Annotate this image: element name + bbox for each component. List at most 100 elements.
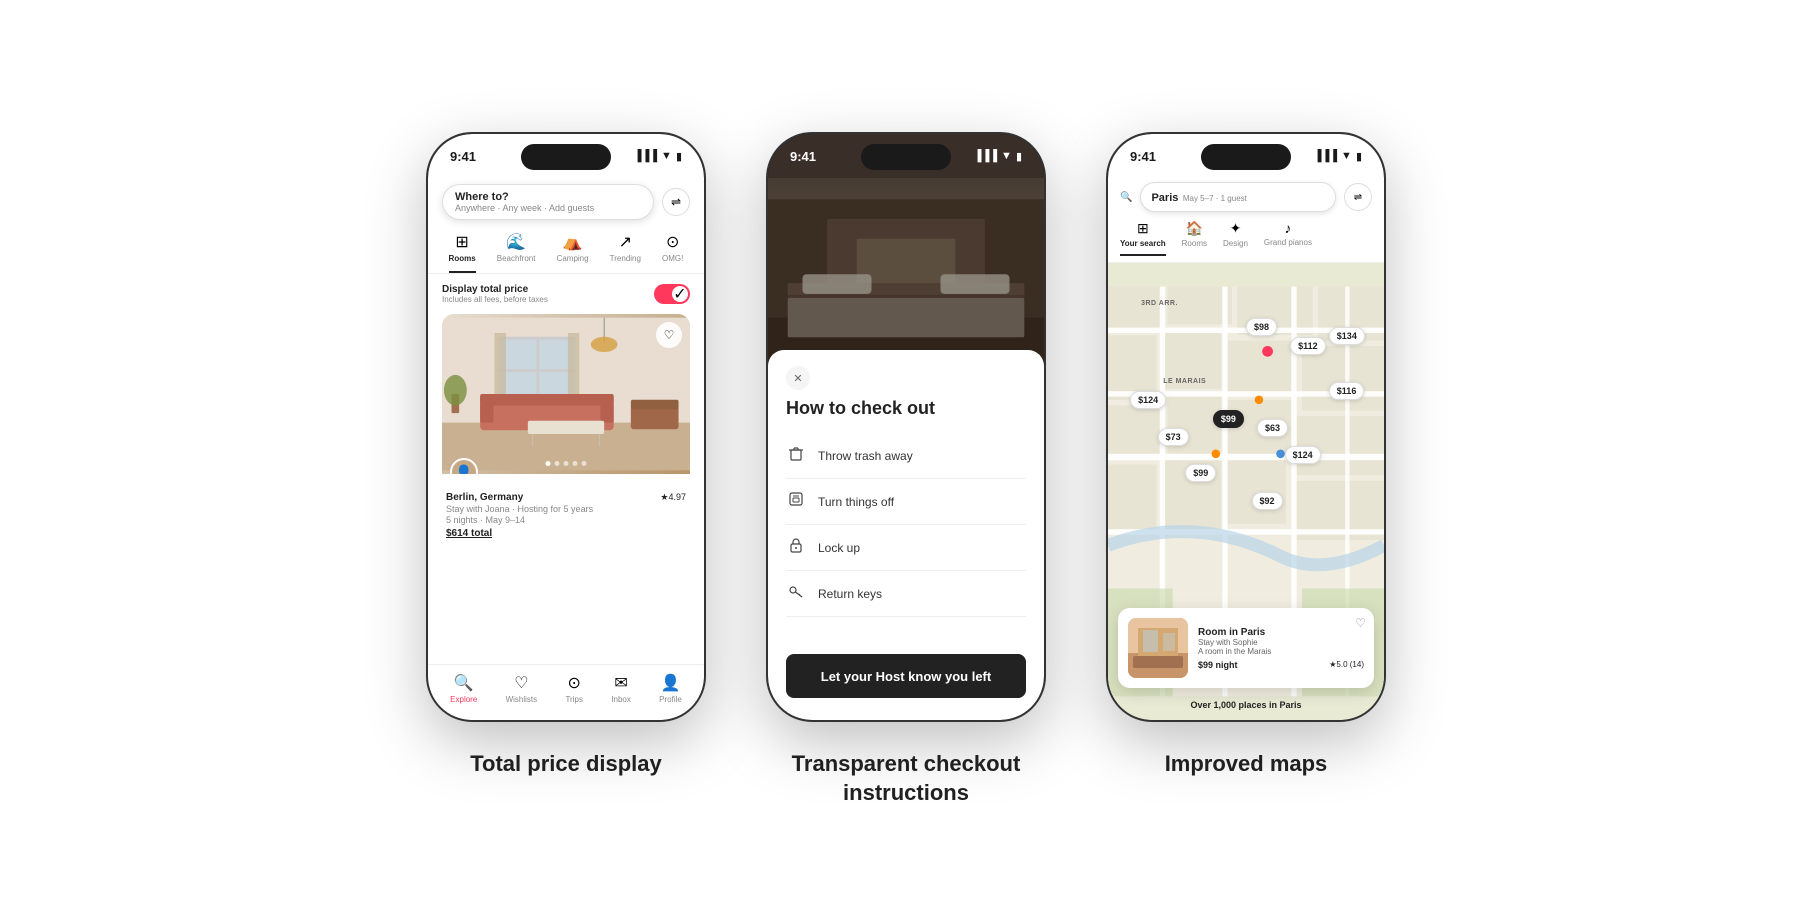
cat-beachfront-label: Beachfront bbox=[497, 254, 536, 263]
cat-rooms-label: Rooms bbox=[449, 254, 476, 263]
search-bar-1[interactable]: Where to? Anywhere · Any week · Add gues… bbox=[442, 184, 654, 220]
your-search-icon: ⊞ bbox=[1137, 220, 1149, 237]
checkout-item-lock-label: Lock up bbox=[818, 541, 860, 555]
map-card-image bbox=[1128, 618, 1188, 678]
cat-camping[interactable]: ⛺ Camping bbox=[557, 232, 589, 273]
cat-rooms[interactable]: ⊞ Rooms bbox=[449, 232, 476, 273]
cat-beachfront-icon: 🌊 bbox=[506, 232, 526, 252]
price-toggle-bar: Display total price Includes all fees, b… bbox=[428, 274, 704, 314]
listing-info-1: Berlin, Germany ★4.97 Stay with Joana · … bbox=[442, 474, 690, 543]
p3-cat-design[interactable]: ✦ Design bbox=[1223, 220, 1248, 256]
p3-cat-yoursearch[interactable]: ⊞ Your search bbox=[1120, 220, 1166, 256]
cat-trending[interactable]: ↗ Trending bbox=[610, 232, 641, 273]
host-notify-button[interactable]: Let your Host know you left bbox=[786, 654, 1026, 698]
map-area[interactable]: 3RD ARR. LE MARAIS $98 $112 $134 $124 $9… bbox=[1108, 263, 1384, 720]
map-listing-card[interactable]: Room in Paris Stay with Sophie A room in… bbox=[1118, 608, 1374, 688]
wishlists-icon: ♡ bbox=[514, 673, 528, 693]
checkout-item-trash: Throw trash away bbox=[786, 433, 1026, 479]
p3-pianos-icon: ♪ bbox=[1284, 220, 1291, 236]
signal-icon-3: ▐▐▐ bbox=[1314, 150, 1337, 162]
price-toggle-left: Display total price Includes all fees, b… bbox=[442, 284, 548, 304]
p3-design-icon: ✦ bbox=[1230, 220, 1242, 237]
profile-icon: 👤 bbox=[661, 673, 681, 693]
price-marker-99-selected[interactable]: $99 bbox=[1213, 410, 1244, 428]
dynamic-island-2 bbox=[861, 144, 951, 170]
nav-trips[interactable]: ⊙ Trips bbox=[565, 673, 582, 704]
sheet-title: How to check out bbox=[786, 398, 1026, 419]
price-marker-99b[interactable]: $99 bbox=[1185, 464, 1216, 482]
map-card-desc: A room in the Marais bbox=[1198, 647, 1364, 656]
price-marker-73[interactable]: $73 bbox=[1158, 428, 1189, 446]
price-toggle-switch[interactable]: ✓ bbox=[654, 284, 690, 304]
price-toggle-sub: Includes all fees, before taxes bbox=[442, 295, 548, 304]
status-icons-3: ▐▐▐ ▼ ▮ bbox=[1314, 150, 1362, 163]
listing-title-row: Berlin, Germany ★4.97 bbox=[446, 492, 686, 503]
trips-label: Trips bbox=[565, 695, 582, 704]
caption-1: Total price display bbox=[470, 750, 662, 779]
listing-dots-1 bbox=[546, 461, 587, 466]
price-marker-63[interactable]: $63 bbox=[1257, 419, 1288, 437]
map-card-title: Room in Paris bbox=[1198, 627, 1364, 638]
p3-search-row: 🔍 Paris May 5–7 · 1 guest ⇌ bbox=[1108, 178, 1384, 220]
cat-omg-label: OMG! bbox=[662, 254, 683, 263]
checkout-item-off: Turn things off bbox=[786, 479, 1026, 525]
sheet-close-button[interactable]: ✕ bbox=[786, 366, 810, 390]
nav-wishlists[interactable]: ♡ Wishlists bbox=[506, 673, 538, 704]
bottom-nav-1: 🔍 Explore ♡ Wishlists ⊙ Trips ✉ bbox=[428, 664, 704, 720]
lock-icon bbox=[786, 537, 806, 558]
price-toggle-title: Display total price bbox=[442, 284, 548, 295]
p3-cat-rooms[interactable]: 🏠 Rooms bbox=[1182, 220, 1207, 256]
checkout-sheet: ✕ How to check out bbox=[768, 350, 1044, 720]
p3-design-label: Design bbox=[1223, 239, 1248, 248]
dynamic-island-3 bbox=[1201, 144, 1291, 170]
price-marker-98[interactable]: $98 bbox=[1246, 318, 1277, 336]
cat-beachfront[interactable]: 🌊 Beachfront bbox=[497, 232, 536, 273]
listing-rating: ★4.97 bbox=[660, 492, 686, 503]
battery-icon-2: ▮ bbox=[1016, 150, 1022, 163]
your-search-label: Your search bbox=[1120, 239, 1166, 248]
trash-icon bbox=[786, 445, 806, 466]
price-marker-116[interactable]: $116 bbox=[1329, 382, 1365, 400]
dynamic-island-1 bbox=[521, 144, 611, 170]
price-marker-112[interactable]: $112 bbox=[1290, 337, 1326, 355]
p3-search-sub: May 5–7 · 1 guest bbox=[1183, 194, 1247, 203]
nav-inbox[interactable]: ✉ Inbox bbox=[611, 673, 631, 704]
time-2: 9:41 bbox=[790, 149, 816, 164]
explore-icon: 🔍 bbox=[454, 673, 474, 693]
price-marker-124b[interactable]: $124 bbox=[1285, 446, 1321, 464]
wishlists-label: Wishlists bbox=[506, 695, 538, 704]
map-card-heart[interactable]: ♡ bbox=[1355, 616, 1366, 630]
nav-explore[interactable]: 🔍 Explore bbox=[450, 673, 477, 704]
checkout-item-keys-label: Return keys bbox=[818, 587, 882, 601]
keys-icon bbox=[786, 583, 806, 604]
signal-icon-2: ▐▐▐ bbox=[974, 150, 997, 162]
p3-cat-pianos[interactable]: ♪ Grand pianos bbox=[1264, 220, 1312, 256]
time-1: 9:41 bbox=[450, 149, 476, 164]
listing-card-1[interactable]: ♡ 👤 bbox=[442, 314, 690, 543]
map-card-host: Stay with Sophie bbox=[1198, 638, 1364, 647]
p3-rooms-label: Rooms bbox=[1182, 239, 1207, 248]
p3-pianos-label: Grand pianos bbox=[1264, 238, 1312, 247]
cat-omg[interactable]: ⊙ OMG! bbox=[662, 232, 683, 273]
checkout-item-lock: Lock up bbox=[786, 525, 1026, 571]
filter-button-3[interactable]: ⇌ bbox=[1344, 183, 1372, 211]
p3-categories: ⊞ Your search 🏠 Rooms ✦ Design ♪ bbox=[1108, 220, 1384, 263]
map-card-price: $99 night bbox=[1198, 660, 1238, 670]
search-title-1: Where to? bbox=[455, 191, 641, 203]
price-marker-134[interactable]: $134 bbox=[1329, 327, 1365, 345]
filter-button-1[interactable]: ⇌ bbox=[662, 188, 690, 216]
cat-camping-icon: ⛺ bbox=[563, 232, 583, 252]
trips-icon: ⊙ bbox=[568, 673, 581, 693]
listing-host: Stay with Joana · Hosting for 5 years bbox=[446, 504, 686, 514]
search-icon-3: 🔍 bbox=[1120, 192, 1132, 203]
p3-search-bar[interactable]: Paris May 5–7 · 1 guest bbox=[1140, 182, 1336, 212]
nav-profile[interactable]: 👤 Profile bbox=[659, 673, 682, 704]
profile-label: Profile bbox=[659, 695, 682, 704]
caption-2: Transparent checkout instructions bbox=[792, 750, 1021, 807]
dot-1 bbox=[546, 461, 551, 466]
categories-1: ⊞ Rooms 🌊 Beachfront ⛺ Camping ↗ bbox=[428, 228, 704, 274]
dot-2 bbox=[555, 461, 560, 466]
map-label-3rd: 3RD ARR. bbox=[1141, 300, 1178, 307]
price-marker-92[interactable]: $92 bbox=[1252, 492, 1283, 510]
price-marker-124a[interactable]: $124 bbox=[1130, 391, 1166, 409]
